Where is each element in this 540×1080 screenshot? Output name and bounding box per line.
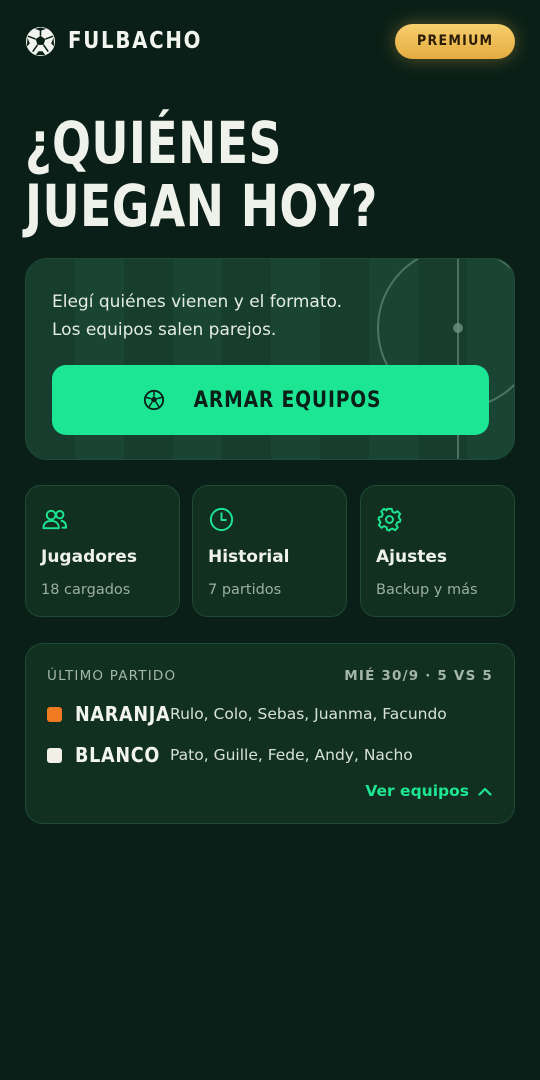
armar-equipos-label: ARMAR EQUIPOS (193, 387, 382, 413)
users-icon (42, 509, 68, 530)
brand[interactable]: FULBACHO (25, 26, 224, 57)
app-name: FULBACHO (68, 28, 203, 54)
page-title-line-2: JUEGAN HOY? (25, 172, 378, 240)
last-match-header: ÚLTIMO PARTIDO MIÉ 30/9 · 5 VS 5 (47, 668, 493, 684)
hero-description-line-2: Los equipos salen parejos. (52, 320, 277, 340)
team-players: Pato, Guille, Fede, Andy, Nacho (170, 746, 413, 764)
team-row-naranja: NARANJA Rulo, Colo, Sebas, Juanma, Facun… (47, 699, 498, 729)
team-name: NARANJA (75, 702, 171, 726)
tile-subtitle: 7 partidos (208, 582, 282, 598)
last-match-card: ÚLTIMO PARTIDO MIÉ 30/9 · 5 VS 5 NARANJA… (25, 643, 515, 824)
ver-equipos-label: Ver equipos (365, 782, 469, 800)
tile-subtitle: 18 cargados (41, 582, 131, 598)
premium-button[interactable]: PREMIUM (395, 23, 515, 59)
soccer-ball-icon (25, 26, 56, 56)
ver-equipos-toggle[interactable]: Ver equipos (365, 782, 492, 800)
app-header: FULBACHO PREMIUM (25, 22, 515, 60)
team-players: Rulo, Colo, Sebas, Juanma, Facundo (170, 705, 447, 723)
team-row-blanco: BLANCO Pato, Guille, Fede, Andy, Nacho (47, 740, 498, 770)
clock-icon (209, 507, 234, 532)
soccer-ball-icon (143, 389, 165, 411)
last-match-meta: MIÉ 30/9 · 5 VS 5 (344, 668, 493, 684)
tile-title: Historial (208, 547, 290, 567)
team-color-swatch (47, 747, 62, 763)
premium-label: PREMIUM (417, 33, 494, 49)
tile-title: Ajustes (376, 547, 447, 567)
quick-actions: Jugadores 18 cargados Historial 7 partid… (25, 485, 515, 617)
team-name: BLANCO (75, 743, 161, 767)
tile-historial[interactable]: Historial 7 partidos (192, 485, 347, 617)
page-title: ¿QUIÉNES JUEGAN HOY? (25, 112, 412, 238)
tile-jugadores[interactable]: Jugadores 18 cargados (25, 485, 180, 617)
hero-description: Elegí quiénes vienen y el formato. Los e… (52, 288, 382, 344)
hero-description-line-1: Elegí quiénes vienen y el formato. (52, 292, 343, 312)
gear-icon (377, 507, 402, 532)
tile-ajustes[interactable]: Ajustes Backup y más (360, 485, 515, 617)
tile-subtitle: Backup y más (376, 582, 478, 598)
page-title-line-1: ¿QUIÉNES (25, 109, 282, 177)
chevron-up-icon (478, 787, 492, 796)
hero-card: Elegí quiénes vienen y el formato. Los e… (25, 258, 515, 460)
armar-equipos-button[interactable]: ARMAR EQUIPOS (52, 365, 489, 435)
team-color-swatch (47, 706, 62, 722)
last-match-label: ÚLTIMO PARTIDO (47, 668, 177, 684)
tile-title: Jugadores (41, 547, 137, 567)
